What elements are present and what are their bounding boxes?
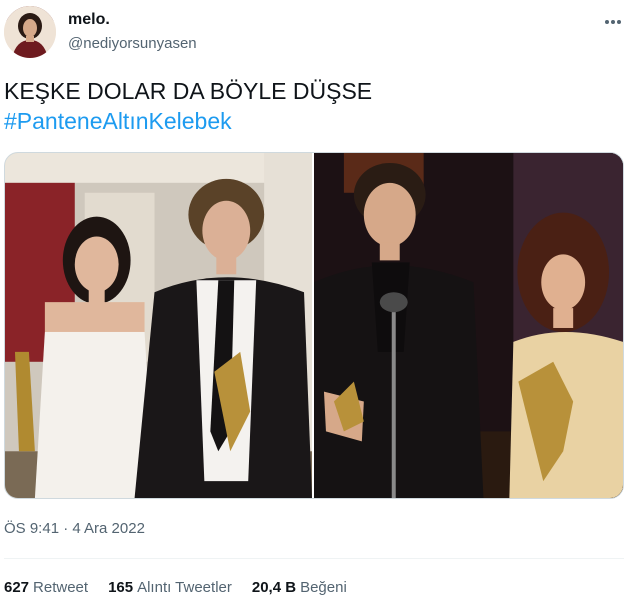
tweet: melo. @nediyorsunyasen KEŞKE DOLAR DA BÖ… bbox=[0, 0, 635, 606]
more-dot bbox=[611, 20, 615, 24]
likes-label: Beğeni bbox=[300, 579, 347, 596]
photo-right[interactable] bbox=[314, 153, 623, 498]
tweet-timestamp[interactable]: ÖS 9:41 · 4 Ara 2022 bbox=[4, 519, 145, 539]
photo-left-image bbox=[5, 153, 312, 498]
likes-stat[interactable]: 20,4 B Beğeni bbox=[252, 578, 347, 598]
user-handle[interactable]: @nediyorsunyasen bbox=[68, 34, 197, 54]
media-grid bbox=[4, 152, 624, 499]
quotes-label: Alıntı Tweetler bbox=[137, 579, 232, 596]
tweet-text-line: KEŞKE DOLAR DA BÖYLE DÜŞSE bbox=[4, 78, 373, 104]
tweet-stats: 627 Retweet 165 Alıntı Tweetler 20,4 B Beğe… bbox=[4, 578, 347, 598]
avatar[interactable] bbox=[4, 6, 56, 58]
divider bbox=[4, 558, 624, 559]
display-name[interactable]: melo. bbox=[68, 10, 197, 30]
more-dot bbox=[605, 20, 609, 24]
retweets-label: Retweet bbox=[33, 579, 89, 596]
quotes-stat[interactable]: 165 Alıntı Tweetler bbox=[108, 578, 232, 598]
photo-left[interactable] bbox=[5, 153, 312, 498]
more-dot bbox=[617, 20, 621, 24]
tweet-header: melo. @nediyorsunyasen bbox=[4, 6, 631, 62]
hashtag-link[interactable]: #PanteneAltınKelebek bbox=[4, 106, 624, 136]
retweets-stat[interactable]: 627 Retweet bbox=[4, 578, 88, 598]
tweet-text: KEŞKE DOLAR DA BÖYLE DÜŞSE #PanteneAltın… bbox=[4, 76, 624, 136]
user-info[interactable]: melo. @nediyorsunyasen bbox=[68, 10, 197, 54]
more-horizontal-icon[interactable] bbox=[601, 12, 625, 32]
photo-right-image bbox=[314, 153, 623, 498]
likes-count: 20,4 B bbox=[251, 579, 297, 596]
quotes-count: 165 bbox=[108, 579, 134, 596]
retweets-count: 627 bbox=[4, 579, 30, 596]
avatar-image bbox=[4, 6, 56, 58]
